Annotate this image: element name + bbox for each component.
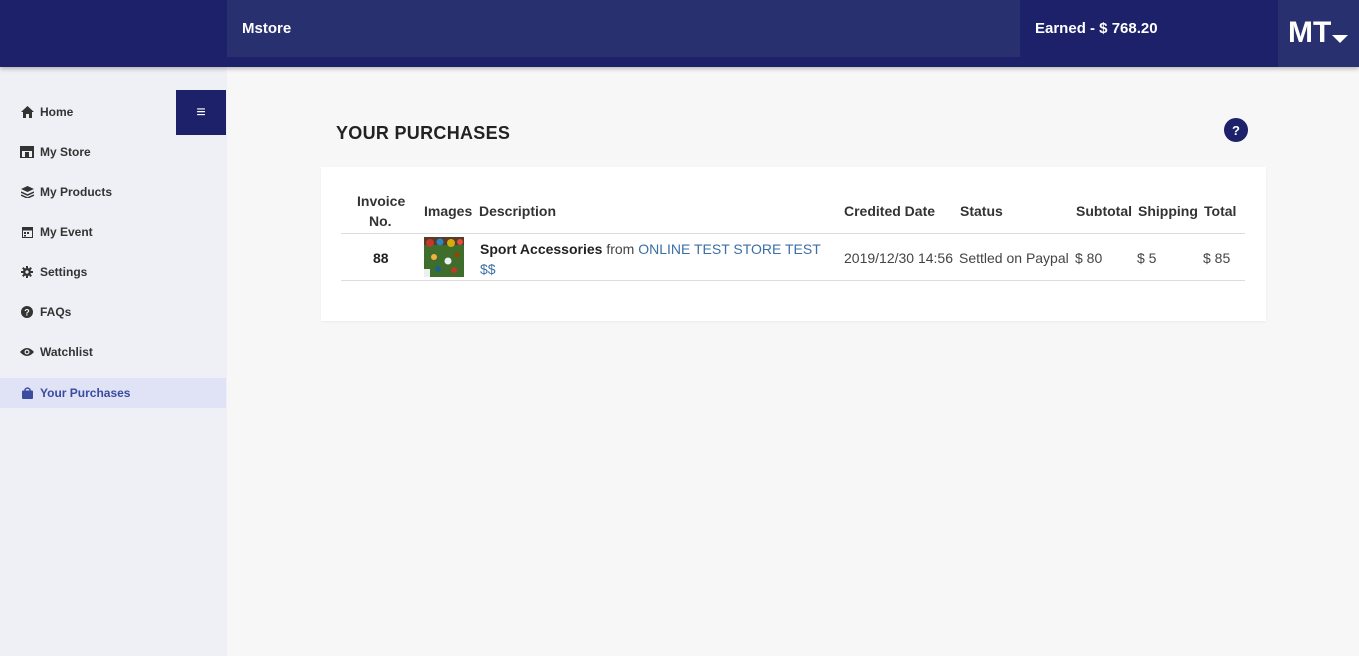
- header-credited-date: Credited Date: [844, 203, 936, 219]
- brand-name[interactable]: Mstore: [242, 20, 291, 37]
- earned-amount: Earned - $ 768.20: [1035, 20, 1158, 37]
- question-circle-icon: ?: [20, 305, 34, 319]
- sidebar-item-my-store[interactable]: My Store: [0, 137, 226, 167]
- home-icon: [20, 105, 34, 119]
- sidebar-item-my-products[interactable]: My Products: [0, 177, 226, 207]
- cell-shipping: $ 5: [1137, 250, 1157, 266]
- row-divider: [341, 280, 1245, 281]
- sidebar-item-label: My Store: [40, 145, 91, 159]
- header-description: Description: [479, 203, 557, 219]
- caret-down-icon[interactable]: [1332, 35, 1348, 43]
- sidebar-item-label: FAQs: [40, 305, 72, 319]
- from-text: from: [606, 241, 635, 257]
- help-button[interactable]: ?: [1224, 118, 1248, 142]
- sidebar: Home My Store My Products My Event Setti…: [0, 67, 227, 656]
- user-menu[interactable]: MT: [1278, 0, 1359, 67]
- cell-description: Sport Accessories from ONLINE TEST STORE…: [480, 239, 830, 279]
- top-bar: Mstore Earned - $ 768.20 MT: [0, 0, 1359, 67]
- sidebar-item-settings[interactable]: Settings: [0, 257, 226, 287]
- sidebar-item-your-purchases[interactable]: Your Purchases: [0, 378, 226, 408]
- sidebar-item-label: My Products: [40, 185, 113, 199]
- product-thumbnail[interactable]: [424, 237, 464, 277]
- sidebar-item-watchlist[interactable]: Watchlist: [0, 337, 226, 367]
- sidebar-item-faqs[interactable]: ? FAQs: [0, 297, 226, 327]
- brand-block: Mstore: [227, 0, 1020, 57]
- sidebar-item-label: My Event: [40, 225, 93, 239]
- sidebar-item-my-event[interactable]: My Event: [0, 217, 226, 247]
- hamburger-icon: ≡: [196, 103, 206, 121]
- page-title: YOUR PURCHASES: [336, 123, 511, 143]
- header-invoice-line1: Invoice: [357, 193, 406, 209]
- eye-icon: [20, 345, 34, 359]
- cell-total: $ 85: [1203, 250, 1231, 266]
- sidebar-item-label: Home: [40, 105, 74, 119]
- user-initials[interactable]: MT: [1288, 16, 1331, 50]
- store-icon: [20, 145, 34, 159]
- shopping-bag-icon: [20, 386, 34, 400]
- sidebar-toggle-button[interactable]: ≡: [176, 90, 226, 135]
- question-icon: ?: [1232, 122, 1240, 138]
- purchases-card: Invoice No. Images Description Credited …: [321, 167, 1266, 321]
- sidebar-item-label: Your Purchases: [40, 386, 131, 400]
- cell-credited-date: 2019/12/30 14:56: [844, 250, 953, 266]
- cell-status: Settled on Paypal: [959, 250, 1069, 266]
- header-images: Images: [424, 203, 473, 219]
- sidebar-item-label: Watchlist: [40, 345, 93, 359]
- layers-icon: [20, 185, 34, 199]
- cell-subtotal: $ 80: [1075, 250, 1103, 266]
- product-name: Sport Accessories: [480, 241, 603, 257]
- header-total: Total: [1204, 203, 1237, 219]
- gear-icon: [20, 265, 34, 279]
- calendar-icon: [20, 225, 34, 239]
- header-subtotal: Subtotal: [1076, 203, 1132, 219]
- header-status: Status: [960, 203, 1003, 219]
- header-shipping: Shipping: [1138, 203, 1198, 219]
- cell-invoice: 88: [373, 250, 389, 266]
- header-divider: [341, 233, 1245, 234]
- svg-text:?: ?: [24, 308, 30, 318]
- header-invoice-line2: No.: [369, 213, 392, 229]
- sidebar-item-label: Settings: [40, 265, 88, 279]
